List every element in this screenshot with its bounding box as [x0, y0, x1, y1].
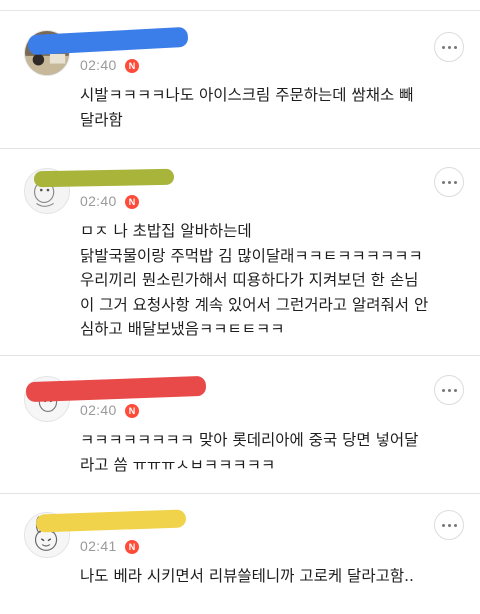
comment-text: 시발ㅋㅋㅋㅋ나도 아이스크림 주문하는데 쌈채소 빼 달라함: [80, 86, 414, 129]
dot-icon: [447, 523, 451, 527]
dot-icon: [447, 180, 451, 184]
comment-time: 02:40: [80, 193, 117, 209]
comment-time: 02:40: [80, 57, 117, 73]
dot-icon: [447, 45, 451, 49]
more-options-button[interactable]: [434, 167, 464, 197]
new-badge: N: [125, 195, 139, 209]
comment-time: 02:40: [80, 402, 117, 418]
dot-icon: [441, 388, 445, 392]
more-options-button[interactable]: [434, 510, 464, 540]
comment-divider: [0, 355, 480, 356]
dot-icon: [453, 388, 457, 392]
new-badge: N: [125, 404, 139, 418]
comment-time: 02:41: [80, 538, 117, 554]
more-options-button[interactable]: [434, 32, 464, 62]
top-divider: [0, 10, 480, 11]
comment-divider: [0, 493, 480, 494]
redacted-username: [33, 168, 175, 188]
comment-text: 나도 베라 시키면서 리뷰쓸테니까 고로케 달라고함..: [80, 567, 414, 585]
dot-icon: [453, 523, 457, 527]
comment-divider: [0, 148, 480, 149]
dot-icon: [441, 45, 445, 49]
dot-icon: [453, 45, 457, 49]
dot-icon: [441, 180, 445, 184]
new-badge: N: [125, 59, 139, 73]
dot-icon: [441, 523, 445, 527]
new-badge: N: [125, 540, 139, 554]
redacted-username: [35, 509, 187, 533]
dot-icon: [447, 388, 451, 392]
comment-text: ㅋㅋㅋㅋㅋㅋㅋㅋ 맞아 롯데리아에 중국 당면 넣어달 라고 씀 ㅠㅠㅠㅅㅂㅋㅋ…: [80, 431, 419, 474]
more-options-button[interactable]: [434, 375, 464, 405]
comment-text: ㅁㅈ 나 초밥집 알바하는데 닭발국물이랑 주먹밥 김 많이달래ㅋㅋㅌㅋㅋㅋㅋㅋ…: [80, 222, 429, 338]
dot-icon: [453, 180, 457, 184]
